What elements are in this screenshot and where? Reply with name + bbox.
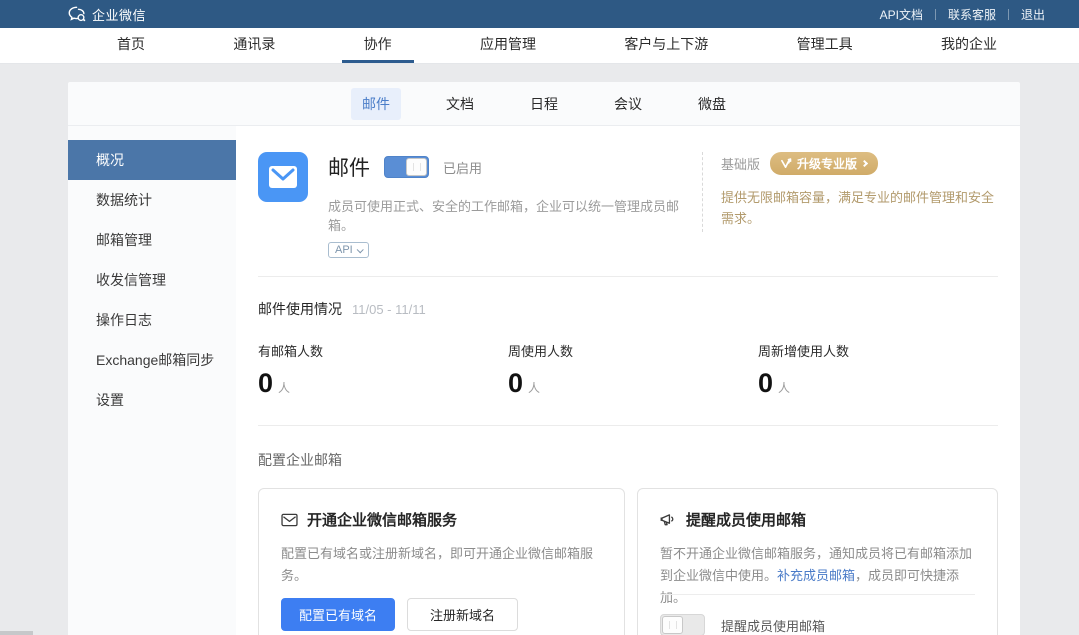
remind-members-card: 提醒成员使用邮箱 暂不开通企业微信邮箱服务，通知成员将已有邮箱添加到企业微信中使… <box>637 488 998 635</box>
nav-tab-my-company[interactable]: 我的企业 <box>919 28 1019 63</box>
status-label: 已启用 <box>443 158 482 177</box>
configure-existing-domain-button[interactable]: 配置已有域名 <box>281 598 395 631</box>
api-docs-link[interactable]: API文档 <box>880 6 923 23</box>
card-title-row: 提醒成员使用邮箱 <box>660 509 975 530</box>
mail-enabled-toggle[interactable] <box>384 156 429 178</box>
contact-support-link[interactable]: 联系客服 <box>948 6 996 23</box>
stat-label: 有邮箱人数 <box>258 341 508 360</box>
mail-overview-content: 邮件 已启用 成员可使用正式、安全的工作邮箱，企业可以统一管理成员邮箱。 API… <box>236 126 1020 635</box>
collaboration-panel: 邮件 文档 日程 会议 微盘 概况 数据统计 邮箱管理 收发信管理 操作日志 E… <box>68 82 1020 635</box>
subtab-meeting[interactable]: 会议 <box>603 88 653 120</box>
stat-mailbox-count: 有邮箱人数 0 人 <box>258 341 508 399</box>
mail-sidebar: 概况 数据统计 邮箱管理 收发信管理 操作日志 Exchange邮箱同步 设置 <box>68 126 236 635</box>
stat-label: 周使用人数 <box>508 341 758 360</box>
chevron-right-icon <box>861 160 868 167</box>
mail-title-row: 邮件 已启用 <box>328 152 702 182</box>
stat-unit: 人 <box>778 379 790 396</box>
sidebar-item-settings[interactable]: 设置 <box>68 380 236 420</box>
stat-value: 0 <box>258 368 273 399</box>
megaphone-icon <box>660 513 677 527</box>
sidebar-item-overview[interactable]: 概况 <box>68 140 236 180</box>
sidebar-item-exchange-sync[interactable]: Exchange邮箱同步 <box>68 340 236 380</box>
nav-tab-customers[interactable]: 客户与上下游 <box>602 28 730 63</box>
register-new-domain-button[interactable]: 注册新域名 <box>407 598 518 631</box>
mail-app-info: 邮件 已启用 成员可使用正式、安全的工作邮箱，企业可以统一管理成员邮箱。 API <box>328 152 702 258</box>
configure-title: 配置企业邮箱 <box>258 450 998 470</box>
sidebar-item-statistics[interactable]: 数据统计 <box>68 180 236 220</box>
usage-title-row: 邮件使用情况 11/05 - 11/11 <box>258 299 998 319</box>
nav-tab-app-management[interactable]: 应用管理 <box>458 28 558 63</box>
toggle-knob <box>406 158 427 176</box>
chat-bubble-icon <box>68 6 86 22</box>
wework-logo[interactable]: 企业微信 <box>68 5 146 24</box>
card-title-row: 开通企业微信邮箱服务 <box>281 509 602 530</box>
panel-body: 概况 数据统计 邮箱管理 收发信管理 操作日志 Exchange邮箱同步 设置 <box>68 126 1020 635</box>
upgrade-label: 升级专业版 <box>797 155 857 172</box>
card-title: 开通企业微信邮箱服务 <box>307 509 457 530</box>
nav-tab-admin-tools[interactable]: 管理工具 <box>775 28 875 63</box>
stat-value-row: 0 人 <box>258 368 508 399</box>
usage-stats-row: 有邮箱人数 0 人 周使用人数 0 人 <box>258 341 998 399</box>
logout-link[interactable]: 退出 <box>1021 6 1045 23</box>
usage-title: 邮件使用情况 <box>258 299 342 319</box>
activate-mailbox-card: 开通企业微信邮箱服务 配置已有域名或注册新域名，即可开通企业微信邮箱服务。 配置… <box>258 488 625 635</box>
usage-section: 邮件使用情况 11/05 - 11/11 有邮箱人数 0 人 周使用人数 <box>258 277 998 426</box>
stat-value: 0 <box>508 368 523 399</box>
configure-cards: 开通企业微信邮箱服务 配置已有域名或注册新域名，即可开通企业微信邮箱服务。 配置… <box>258 488 998 635</box>
horizontal-scrollbar-thumb[interactable] <box>0 631 33 635</box>
page-background: 邮件 文档 日程 会议 微盘 概况 数据统计 邮箱管理 收发信管理 操作日志 E… <box>0 64 1079 635</box>
sidebar-item-mailbox-management[interactable]: 邮箱管理 <box>68 220 236 260</box>
plan-description: 提供无限邮箱容量，满足专业的邮件管理和安全需求。 <box>721 187 998 230</box>
subtab-docs[interactable]: 文档 <box>435 88 485 120</box>
card-divider <box>660 594 975 595</box>
api-dropdown[interactable]: API <box>328 242 369 258</box>
stat-unit: 人 <box>528 379 540 396</box>
configure-section: 配置企业邮箱 开通企业微信邮箱服务 配置已有域名或注册新域名，即可开通企业微信邮… <box>258 426 998 635</box>
subtab-mail[interactable]: 邮件 <box>351 88 401 120</box>
stat-weekly-new-users: 周新增使用人数 0 人 <box>758 341 1008 399</box>
plan-row: 基础版 升级专业版 <box>721 152 998 175</box>
envelope-icon <box>268 165 298 189</box>
plan-box: 基础版 升级专业版 提供无限邮箱容量，满足专业的邮件管理和安全需求。 <box>702 152 998 232</box>
mail-app-header: 邮件 已启用 成员可使用正式、安全的工作邮箱，企业可以统一管理成员邮箱。 API… <box>258 152 998 277</box>
mail-description: 成员可使用正式、安全的工作邮箱，企业可以统一管理成员邮箱。 <box>328 196 702 234</box>
divider <box>935 9 936 20</box>
primary-nav: 首页 通讯录 协作 应用管理 客户与上下游 管理工具 我的企业 <box>0 28 1079 64</box>
card-description: 配置已有域名或注册新域名，即可开通企业微信邮箱服务。 <box>281 543 602 587</box>
nav-tab-home[interactable]: 首页 <box>95 28 167 63</box>
card-buttons: 配置已有域名 注册新域名 <box>281 598 518 631</box>
nav-tab-contacts[interactable]: 通讯录 <box>211 28 297 63</box>
horizontal-scrollbar-track[interactable] <box>0 631 1079 635</box>
subtab-bar: 邮件 文档 日程 会议 微盘 <box>68 82 1020 126</box>
plan-level-label: 基础版 <box>721 154 760 173</box>
upgrade-pro-button[interactable]: 升级专业版 <box>770 152 878 175</box>
stat-value: 0 <box>758 368 773 399</box>
upgrade-icon <box>781 158 792 169</box>
card-description: 暂不开通企业微信邮箱服务，通知成员将已有邮箱添加到企业微信中使用。补充成员邮箱，… <box>660 543 975 609</box>
api-label: API <box>335 244 353 256</box>
stat-value-row: 0 人 <box>758 368 1008 399</box>
envelope-outline-icon <box>281 513 298 527</box>
stat-unit: 人 <box>278 379 290 396</box>
usage-date-range: 11/05 - 11/11 <box>352 302 426 317</box>
mail-app-icon <box>258 152 308 202</box>
nav-tab-collaboration[interactable]: 协作 <box>342 28 414 63</box>
add-member-mailbox-link[interactable]: 补充成员邮箱 <box>777 568 855 583</box>
stat-label: 周新增使用人数 <box>758 341 1008 360</box>
logo-text: 企业微信 <box>92 5 146 24</box>
divider <box>1008 9 1009 20</box>
sidebar-item-operation-log[interactable]: 操作日志 <box>68 300 236 340</box>
card-title: 提醒成员使用邮箱 <box>686 509 806 530</box>
stat-value-row: 0 人 <box>508 368 758 399</box>
topbar-links: API文档 联系客服 退出 <box>880 6 1045 23</box>
subtab-calendar[interactable]: 日程 <box>519 88 569 120</box>
subtab-drive[interactable]: 微盘 <box>687 88 737 120</box>
topbar: 企业微信 API文档 联系客服 退出 <box>0 0 1079 28</box>
sidebar-item-send-receive[interactable]: 收发信管理 <box>68 260 236 300</box>
stat-weekly-users: 周使用人数 0 人 <box>508 341 758 399</box>
chevron-down-icon <box>356 246 363 253</box>
page-title: 邮件 <box>328 152 370 182</box>
